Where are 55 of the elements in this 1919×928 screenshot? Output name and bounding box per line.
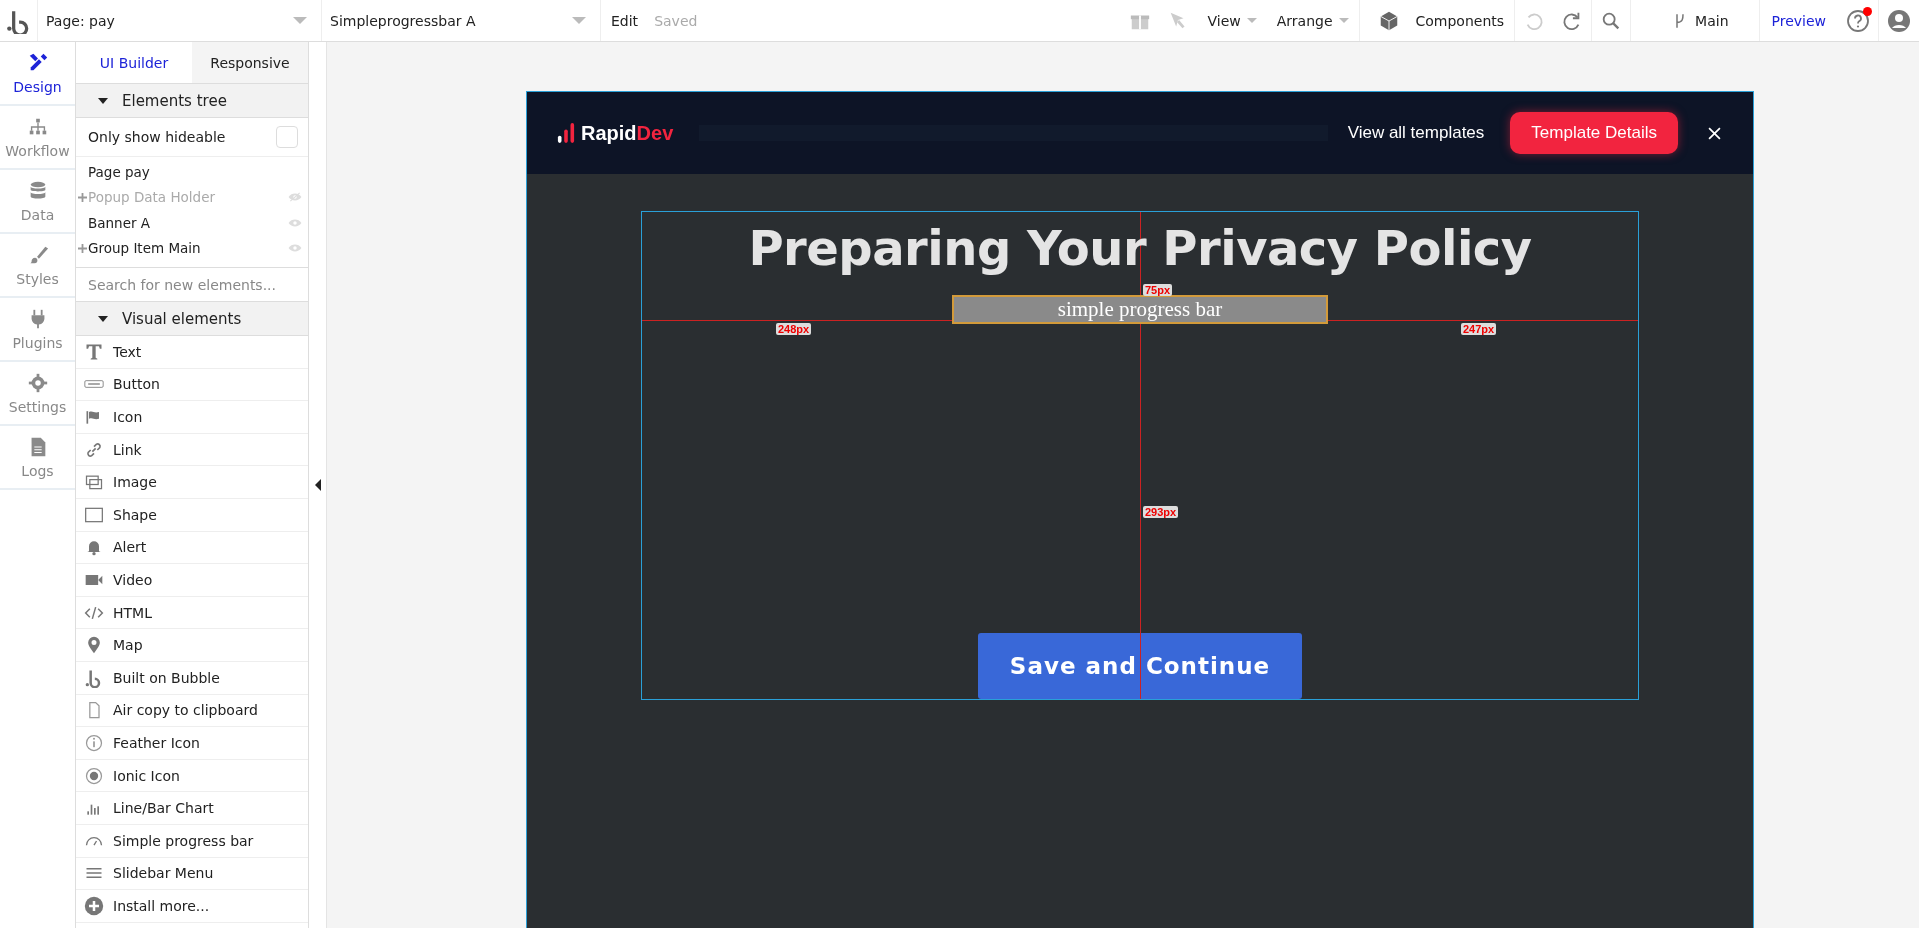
- template-details-button[interactable]: Template Details: [1510, 112, 1678, 154]
- element-list-item[interactable]: Ionic Icon: [76, 759, 308, 793]
- element-list-item[interactable]: Text: [76, 336, 308, 369]
- element-list-item[interactable]: HTML: [76, 596, 308, 630]
- expand-plus-icon[interactable]: [76, 192, 88, 202]
- element-list-item[interactable]: Map: [76, 629, 308, 662]
- element-list-item[interactable]: Link: [76, 433, 308, 467]
- view-menu[interactable]: View: [1197, 0, 1267, 41]
- tree-item[interactable]: Group Item Main: [88, 240, 288, 257]
- element-list-item[interactable]: Icon: [76, 401, 308, 434]
- save-continue-button[interactable]: Save and Continue: [978, 633, 1302, 699]
- page-dropdown[interactable]: Page: pay: [37, 0, 321, 41]
- option-label: Only show hideable: [88, 129, 226, 145]
- tree-item[interactable]: Page pay: [88, 163, 308, 180]
- distance-label: 293px: [1143, 506, 1179, 518]
- user-avatar-icon[interactable]: [1887, 8, 1911, 33]
- element-list-item[interactable]: Button: [76, 368, 308, 402]
- saved-status: Saved: [654, 12, 698, 29]
- templates-link[interactable]: View all templates: [1347, 123, 1485, 143]
- panel-tab[interactable]: Responsive: [192, 42, 308, 83]
- preview-link[interactable]: Preview: [1759, 0, 1838, 41]
- section-header[interactable]: Elements tree: [76, 83, 308, 118]
- components-button[interactable]: Components: [1359, 0, 1515, 41]
- brand-name: RapidDev: [581, 121, 674, 145]
- settings-icon: [26, 371, 49, 394]
- element-list-item[interactable]: Built on Bubble: [76, 661, 308, 695]
- arrange-menu[interactable]: Arrange: [1266, 0, 1359, 41]
- branch-button[interactable]: Main: [1631, 0, 1759, 41]
- section-header[interactable]: Visual elements: [76, 301, 308, 336]
- distance-label: 75px: [1143, 284, 1173, 296]
- collapse-arrow-icon[interactable]: [314, 479, 321, 491]
- plus-icon: [84, 895, 104, 916]
- element-list-item[interactable]: Simple progress bar: [76, 824, 308, 858]
- info-icon: [84, 732, 104, 753]
- element-list-item[interactable]: Slidebar Menu: [76, 857, 308, 891]
- expand-plus-icon[interactable]: [76, 243, 88, 253]
- element-list-item[interactable]: Feather Icon: [76, 727, 308, 760]
- element-list-item[interactable]: Image: [76, 466, 308, 499]
- element-list-item[interactable]: Install more...: [76, 890, 308, 923]
- element-list-item[interactable]: Alert: [76, 531, 308, 565]
- distance-label: 248px: [776, 323, 812, 335]
- help-icon[interactable]: [1846, 8, 1870, 33]
- checkbox[interactable]: [276, 126, 298, 148]
- element-dropdown[interactable]: Simpleprogressbar A: [321, 0, 601, 41]
- bars-logo-icon: [557, 122, 575, 144]
- close-icon[interactable]: [1708, 126, 1721, 140]
- element-list-item[interactable]: Line/Bar Chart: [76, 792, 308, 825]
- distance-label: 247px: [1461, 323, 1497, 335]
- radio-icon: [84, 765, 104, 786]
- tree-item[interactable]: Banner A: [88, 214, 288, 231]
- gauge-icon: [84, 835, 104, 846]
- element-list-item[interactable]: Shape: [76, 498, 308, 532]
- element-list-item[interactable]: Video: [76, 564, 308, 597]
- edit-menu[interactable]: Edit: [601, 0, 649, 41]
- element-list-item[interactable]: Air copy to clipboard: [76, 694, 308, 728]
